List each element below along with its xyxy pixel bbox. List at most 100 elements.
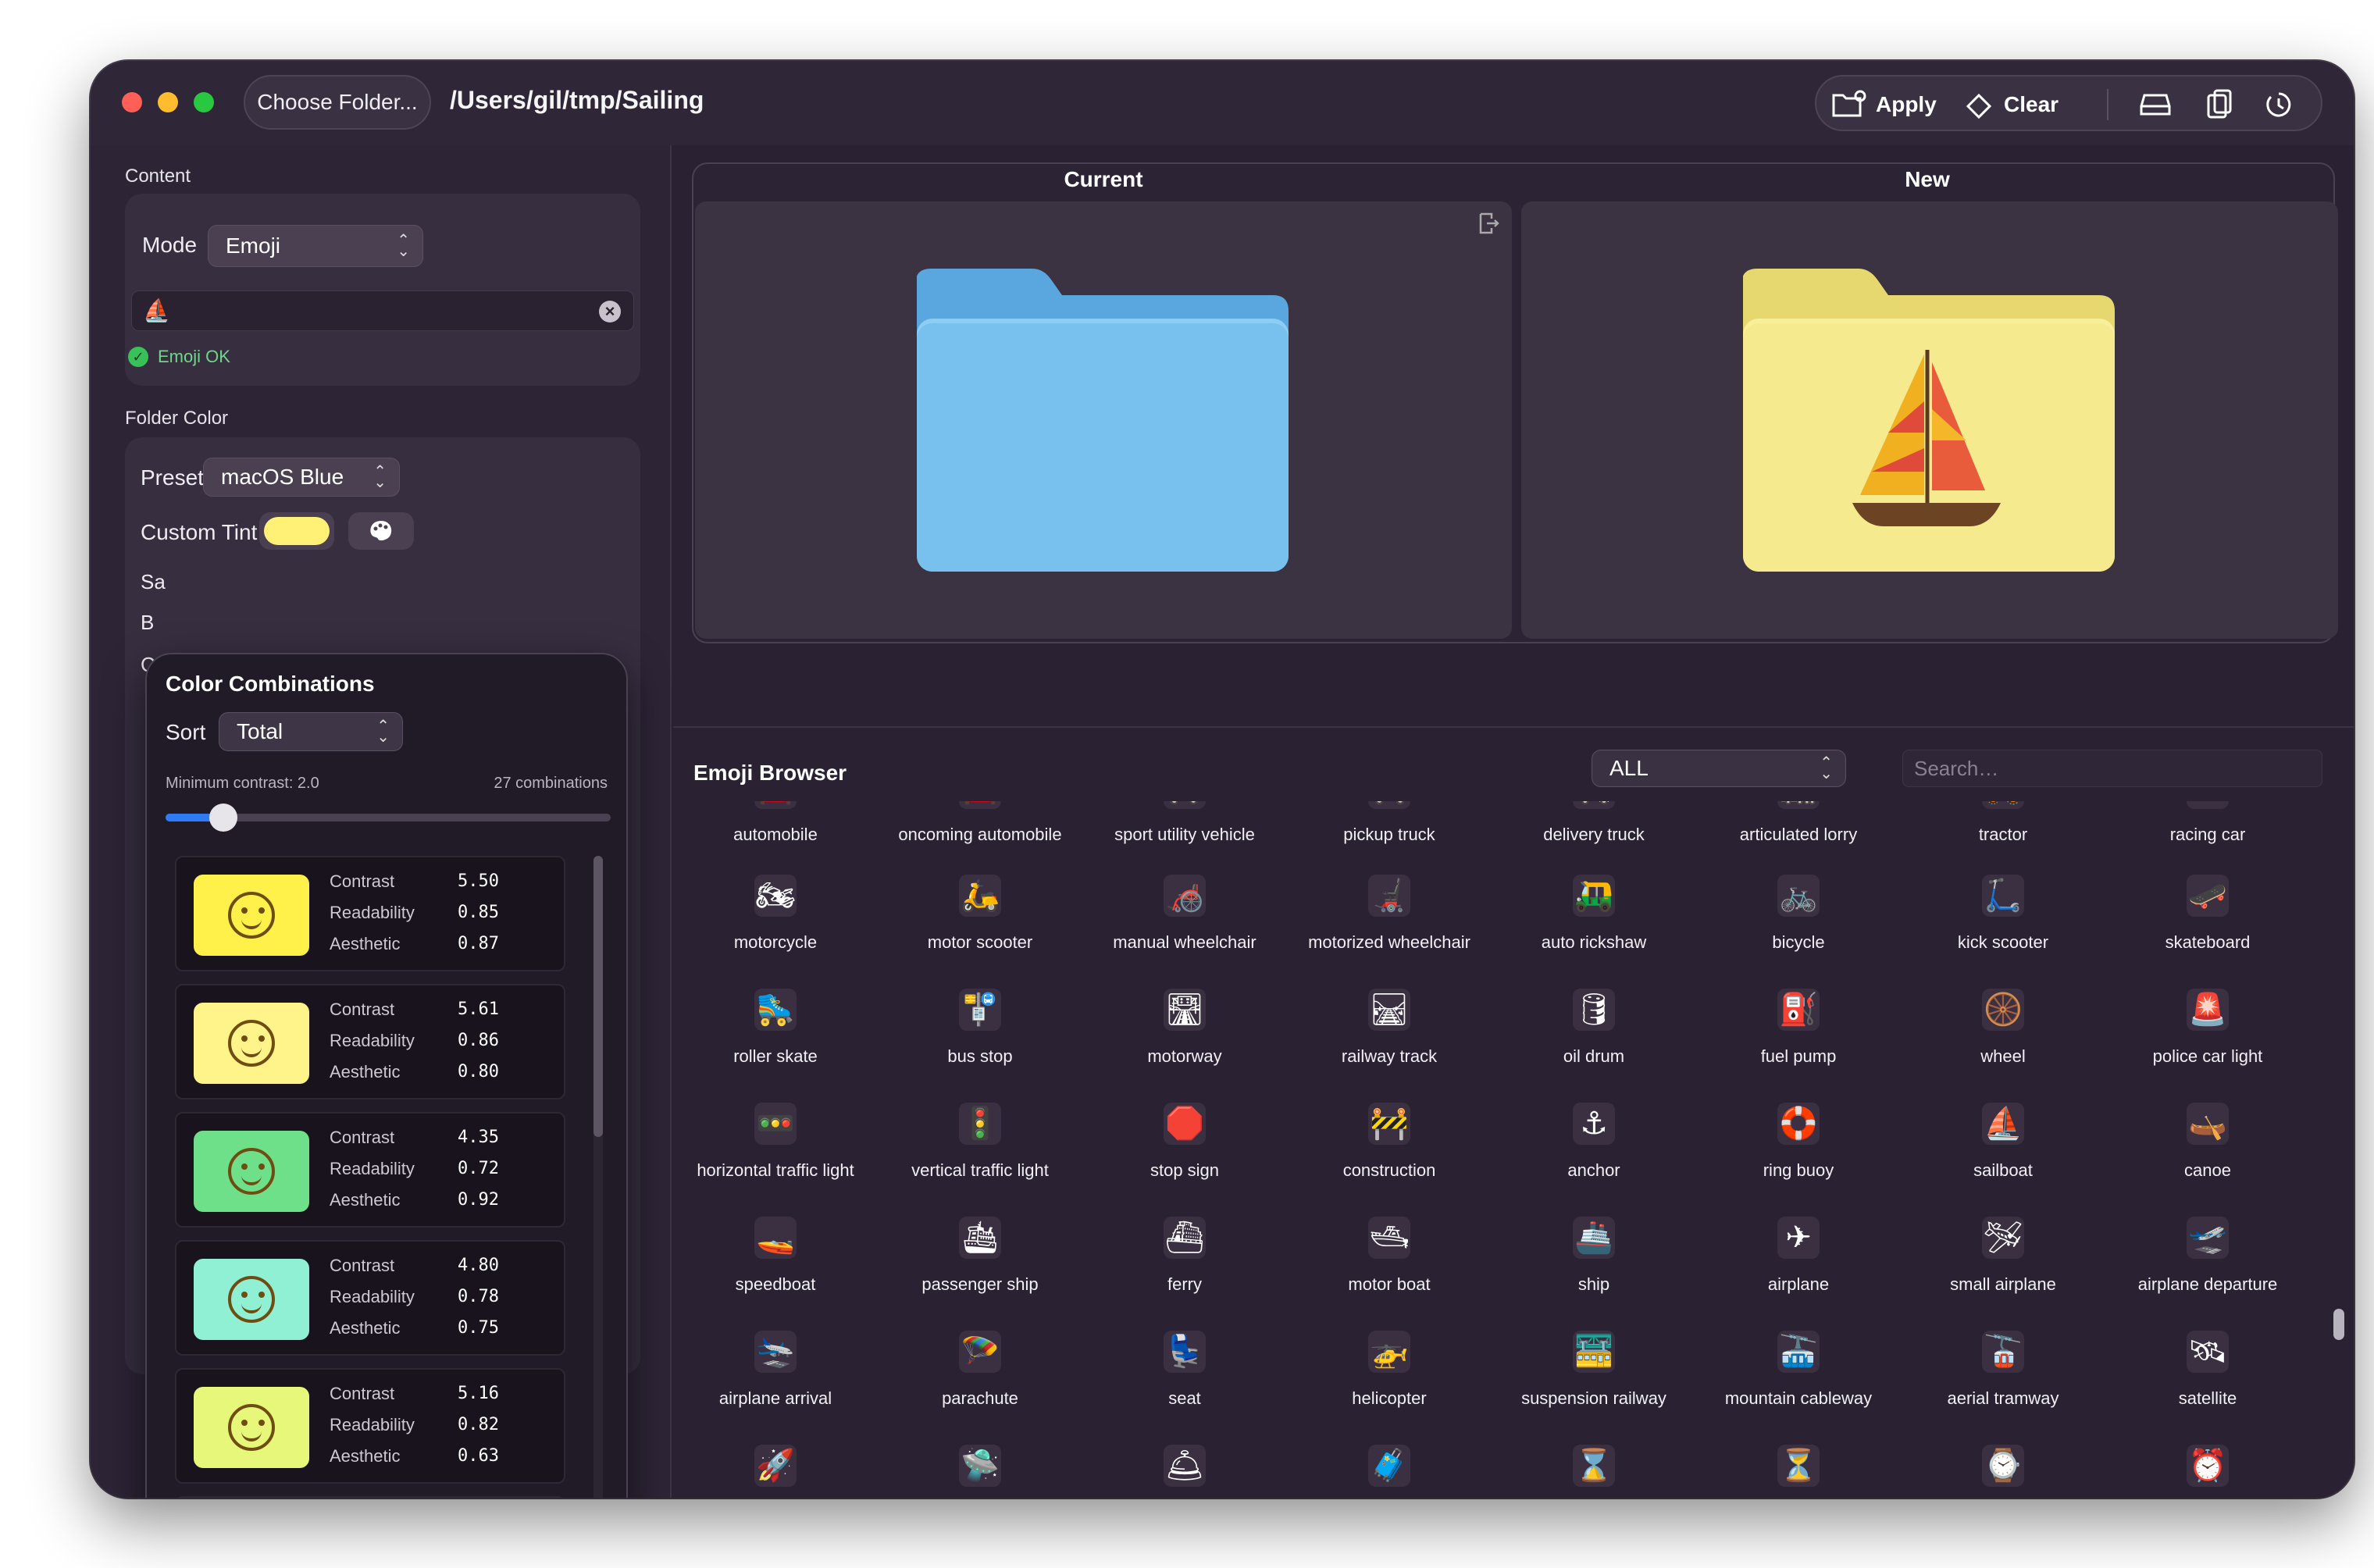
- list-scrollbar-track[interactable]: [594, 856, 603, 1498]
- metric-value: 4.35: [458, 1128, 499, 1147]
- tint-color-well[interactable]: [259, 512, 334, 550]
- emoji-input[interactable]: ⛵ ×: [131, 290, 634, 331]
- copy-button[interactable]: [2204, 77, 2235, 133]
- emoji-cell[interactable]: 🛶 canoe: [2105, 1096, 2310, 1210]
- emoji-cell[interactable]: 🚲 bicycle: [1696, 868, 1901, 982]
- emoji-cell[interactable]: 🛑 stop sign: [1082, 1096, 1287, 1210]
- emoji-cell[interactable]: 🛎: [1082, 1438, 1287, 1496]
- emoji-name: manual wheelchair: [1113, 932, 1257, 952]
- emoji-cell[interactable]: ✈ airplane: [1696, 1210, 1901, 1324]
- palette-button[interactable]: [348, 512, 414, 550]
- mode-select[interactable]: Emoji ⌃ ⌄: [208, 225, 423, 267]
- new-label: New: [1905, 167, 1950, 191]
- emoji-cell[interactable]: 🚤 speedboat: [673, 1210, 878, 1324]
- emoji-cell[interactable]: 🪂 parachute: [878, 1324, 1082, 1438]
- emoji-cell[interactable]: 🛺 auto rickshaw: [1492, 868, 1696, 982]
- zoom-window-button[interactable]: [194, 92, 214, 112]
- metric-value: 0.85: [458, 903, 499, 922]
- emoji-grid-scrollbar-thumb[interactable]: [2333, 1309, 2344, 1340]
- emoji-cell[interactable]: 🚥 horizontal traffic light: [673, 1096, 878, 1210]
- emoji-cell[interactable]: ⛵ sailboat: [1901, 1096, 2105, 1210]
- emoji-cell[interactable]: 🛳 passenger ship: [878, 1210, 1082, 1324]
- preset-select[interactable]: macOS Blue ⌃ ⌄: [203, 458, 400, 497]
- emoji-cell[interactable]: ⚓ anchor: [1492, 1096, 1696, 1210]
- apply-button[interactable]: Apply: [1830, 77, 1937, 133]
- metric-value: 0.82: [458, 1415, 499, 1434]
- emoji-cell[interactable]: 🚏 bus stop: [878, 982, 1082, 1096]
- emoji-cell[interactable]: 🚁 helicopter: [1287, 1324, 1492, 1438]
- metric-label: Readability: [330, 1159, 415, 1178]
- emoji-cell[interactable]: ⛴ ferry: [1082, 1210, 1287, 1324]
- emoji-cell[interactable]: 🛵 motor scooter: [878, 868, 1082, 982]
- emoji-name: police car light: [2152, 1046, 2263, 1066]
- clear-input-icon[interactable]: ×: [599, 301, 621, 323]
- emoji-cell[interactable]: 🛻 pickup truck: [1287, 801, 1492, 875]
- emoji-cell[interactable]: 🛢 oil drum: [1492, 982, 1696, 1096]
- emoji-cell[interactable]: 🛩 small airplane: [1901, 1210, 2105, 1324]
- emoji-cell[interactable]: 🛫 airplane departure: [2105, 1210, 2310, 1324]
- emoji-cell[interactable]: ⌛: [1492, 1438, 1696, 1496]
- color-combination-card[interactable]: Contrast 5.16 Readability 0.82 Aesthetic 0.63: [175, 1368, 565, 1484]
- emoji-cell[interactable]: 🚘 oncoming automobile: [878, 801, 1082, 875]
- choose-folder-button[interactable]: Choose Folder...: [244, 75, 431, 130]
- emoji-grid-scrollbar[interactable]: [2333, 801, 2344, 1488]
- emoji-cell[interactable]: 🧳: [1287, 1438, 1492, 1496]
- emoji-cell[interactable]: 🚦 vertical traffic light: [878, 1096, 1082, 1210]
- contrast-slider[interactable]: [166, 804, 611, 832]
- category-filter-value: ALL: [1609, 756, 1649, 780]
- drive-icon: [2140, 94, 2171, 116]
- color-combination-card[interactable]: Contrast 4.80 Readability 0.78 Aesthetic 0.75: [175, 1240, 565, 1356]
- emoji-cell[interactable]: 🛟 ring buoy: [1696, 1096, 1901, 1210]
- color-combination-card[interactable]: Contrast 5.50 Readability 0.85 Aesthetic 0.87: [175, 856, 565, 971]
- emoji-cell[interactable]: 🚡 aerial tramway: [1901, 1324, 2105, 1438]
- emoji-cell[interactable]: 🛹 skateboard: [2105, 868, 2310, 982]
- emoji-cell[interactable]: 🛥 motor boat: [1287, 1210, 1492, 1324]
- drive-button[interactable]: [2138, 77, 2173, 133]
- sort-select[interactable]: Total ⌃ ⌄: [219, 712, 403, 751]
- emoji-cell[interactable]: 🛼 roller skate: [673, 982, 878, 1096]
- emoji-cell[interactable]: 💺 seat: [1082, 1324, 1287, 1438]
- color-combination-card[interactable]: Contrast 5.61 Readability 0.86 Aesthetic 0.80: [175, 984, 565, 1099]
- emoji-cell[interactable]: ⌚: [1901, 1438, 2105, 1496]
- emoji-cell[interactable]: 🚟 suspension railway: [1492, 1324, 1696, 1438]
- emoji-cell[interactable]: 🏍 motorcycle: [673, 868, 878, 982]
- emoji-cell[interactable]: 🚛 articulated lorry: [1696, 801, 1901, 875]
- emoji-cell[interactable]: 🚨 police car light: [2105, 982, 2310, 1096]
- emoji-glyph: ⏰: [2187, 1445, 2229, 1487]
- emoji-cell[interactable]: ⏰: [2105, 1438, 2310, 1496]
- emoji-cell[interactable]: 🛤 railway track: [1287, 982, 1492, 1096]
- emoji-cell[interactable]: 🛰 satellite: [2105, 1324, 2310, 1438]
- minimize-window-button[interactable]: [158, 92, 178, 112]
- emoji-cell[interactable]: 🛬 airplane arrival: [673, 1324, 878, 1438]
- emoji-cell[interactable]: 🛞 wheel: [1901, 982, 2105, 1096]
- category-filter-select[interactable]: ALL ⌃ ⌄: [1592, 750, 1846, 787]
- color-combination-card[interactable]: Contrast 4.35 Readability 0.72 Aesthetic 0.92: [175, 1112, 565, 1228]
- emoji-cell[interactable]: 🏎 racing car: [2105, 801, 2310, 875]
- clear-button[interactable]: Clear: [1963, 77, 2059, 133]
- emoji-cell[interactable]: 🦽 manual wheelchair: [1082, 868, 1287, 982]
- emoji-search-input[interactable]: Search…: [1902, 750, 2322, 787]
- emoji-cell[interactable]: 🦼 motorized wheelchair: [1287, 868, 1492, 982]
- metric-value: 5.16: [458, 1384, 499, 1403]
- emoji-cell[interactable]: 🚀: [673, 1438, 878, 1496]
- emoji-cell[interactable]: 🚘 automobile: [673, 801, 878, 875]
- emoji-cell[interactable]: 🚚 delivery truck: [1492, 801, 1696, 875]
- emoji-cell[interactable]: 🚙 sport utility vehicle: [1082, 801, 1287, 875]
- list-scrollbar-thumb[interactable]: [594, 856, 603, 1137]
- color-combination-card[interactable]: Contrast4.76: [175, 1496, 565, 1498]
- slider-thumb[interactable]: [209, 804, 237, 832]
- reveal-in-finder-icon[interactable]: [1476, 211, 1501, 236]
- close-window-button[interactable]: [122, 92, 142, 112]
- emoji-cell[interactable]: 🚧 construction: [1287, 1096, 1492, 1210]
- emoji-cell[interactable]: 🛴 kick scooter: [1901, 868, 2105, 982]
- history-button[interactable]: [2263, 77, 2294, 133]
- emoji-glyph: 🛫: [2187, 1217, 2229, 1259]
- emoji-cell[interactable]: 🛣 motorway: [1082, 982, 1287, 1096]
- emoji-cell[interactable]: 🚢 ship: [1492, 1210, 1696, 1324]
- emoji-cell[interactable]: 🛸: [878, 1438, 1082, 1496]
- up-down-chevron-icon: ⌃ ⌄: [1820, 754, 1833, 782]
- emoji-cell[interactable]: ⛽ fuel pump: [1696, 982, 1901, 1096]
- emoji-cell[interactable]: 🚜 tractor: [1901, 801, 2105, 875]
- emoji-cell[interactable]: ⏳: [1696, 1438, 1901, 1496]
- emoji-cell[interactable]: 🚠 mountain cableway: [1696, 1324, 1901, 1438]
